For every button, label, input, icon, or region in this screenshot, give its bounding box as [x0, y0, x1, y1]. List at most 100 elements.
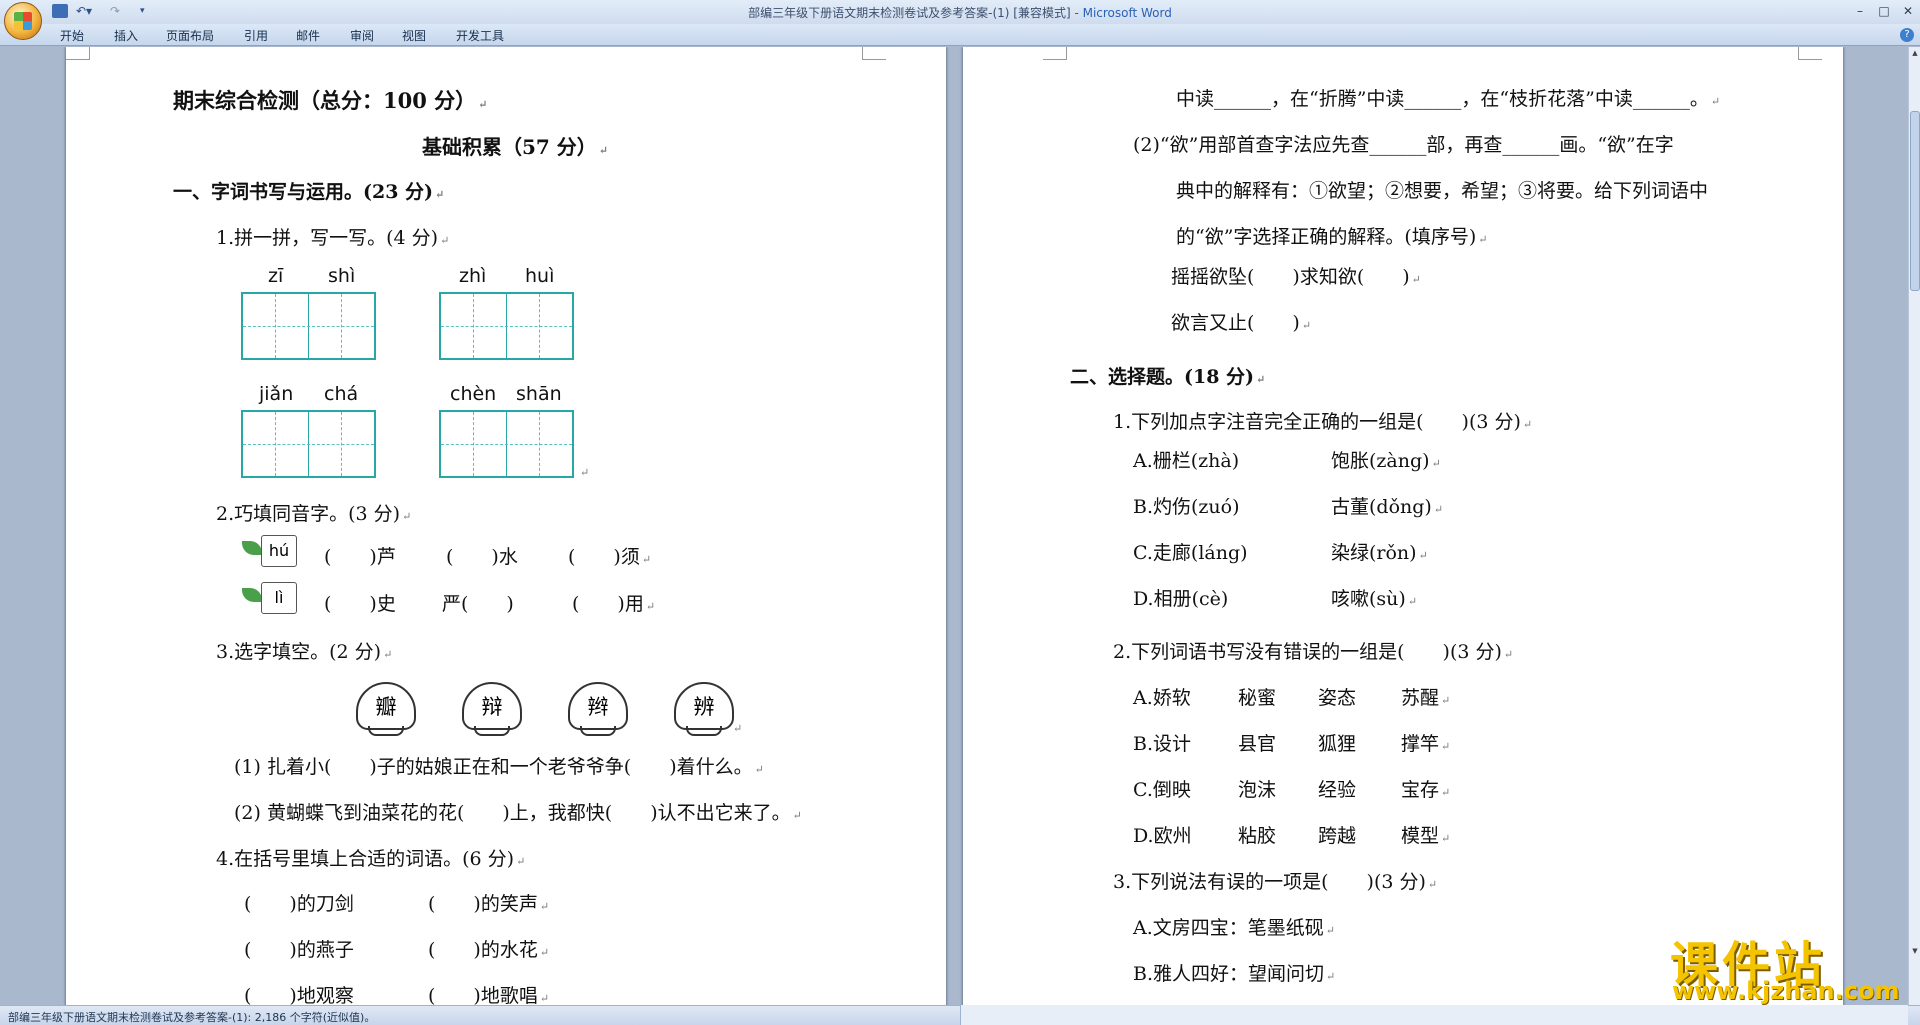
fill-item: ( )地观察	[244, 985, 354, 1005]
question-2-part2: (2)“欲”用部首查字法应先查______部，再查______画。“欲”在字	[1133, 134, 1674, 156]
leaf-icon	[242, 588, 262, 602]
section-1-heading: 一、字词书写与运用。(23 分) ↵	[173, 181, 445, 203]
tab-developer[interactable]: 开发工具	[456, 27, 504, 44]
option: 撑竿 ↵	[1401, 733, 1451, 755]
tianzige-box[interactable]	[439, 410, 574, 478]
option: 县官	[1238, 733, 1277, 755]
option: C.倒映	[1133, 779, 1191, 801]
scroll-down-icon[interactable]: ▼	[1910, 947, 1920, 955]
scroll-thumb[interactable]	[1910, 111, 1920, 291]
option: 宝存 ↵	[1401, 779, 1451, 801]
pinyin-label: chá	[324, 383, 359, 405]
shell-char: 辩	[462, 682, 522, 736]
question-2: 2.巧填同音字。(3 分) ↵	[216, 503, 412, 525]
crop-mark	[66, 47, 90, 60]
watermark-logo: 课件站 www.kjzhan.com	[1666, 925, 1906, 1007]
pinyin-label: shān	[516, 383, 562, 405]
fill-item: ( )的水花 ↵	[428, 939, 550, 961]
yu-items: 摇摇欲坠( )求知欲( ) ↵	[1171, 266, 1421, 288]
option: A.娇软	[1133, 687, 1191, 709]
option: A.文房四宝：笔墨纸砚 ↵	[1133, 917, 1335, 939]
pinyin-label: zī	[268, 265, 284, 287]
tianzige-box[interactable]	[241, 410, 376, 478]
section-2-heading: 二、选择题。(18 分) ↵	[1070, 366, 1266, 388]
blank-item: ( )史	[324, 593, 396, 615]
ribbon-tabs: 开始 插入 页面布局 引用 邮件 审阅 视图 开发工具	[0, 24, 1920, 46]
option: D.欧州	[1133, 825, 1192, 847]
blank-item: ( )须 ↵	[568, 546, 652, 568]
close-button[interactable]: ✕	[1896, 2, 1920, 20]
option: 狐狸	[1318, 733, 1357, 755]
blank-item: ( )用 ↵	[572, 593, 656, 615]
blank-item: ( )水	[446, 546, 518, 568]
pinyin-tag-hu: hú	[261, 535, 297, 567]
vertical-scrollbar[interactable]: ▲ ▼	[1908, 47, 1920, 1005]
document-name: 部编三年级下册语文期末检测卷试及参考答案-(1) [兼容模式]	[748, 6, 1071, 20]
option: 古董(dǒng) ↵	[1331, 496, 1444, 518]
tab-insert[interactable]: 插入	[114, 27, 138, 44]
question-2-line3: 的“欲”字选择正确的解释。(填序号) ↵	[1176, 226, 1488, 248]
window-title: 部编三年级下册语文期末检测卷试及参考答案-(1) [兼容模式] - Micros…	[0, 4, 1920, 21]
option: C.走廊(láng)	[1133, 542, 1248, 564]
maximize-button[interactable]: □	[1872, 2, 1896, 20]
office-logo-icon	[14, 12, 32, 30]
question-3: 3.选字填空。(2 分) ↵	[216, 641, 393, 663]
fill-item: ( )的燕子	[244, 939, 354, 961]
fill-item: ( )地歌唱 ↵	[428, 985, 550, 1005]
fill-item: ( )的刀剑	[244, 893, 354, 915]
shell-char: 辨	[674, 682, 734, 736]
minimize-button[interactable]: –	[1848, 2, 1872, 20]
leaf-icon	[242, 541, 262, 555]
pinyin-label: shì	[328, 265, 356, 287]
option: 泡沫	[1238, 779, 1277, 801]
section-subtitle: 基础积累（57 分） ↵	[422, 135, 609, 159]
crop-mark	[862, 47, 886, 60]
option: 经验	[1318, 779, 1357, 801]
option: B.雅人四好：望闻问切 ↵	[1133, 963, 1336, 985]
option: A.栅栏(zhà)	[1133, 450, 1240, 472]
page-right: 中读______，在“折腾”中读______，在“枝折花落”中读______。 ↵…	[963, 47, 1843, 1005]
tab-review[interactable]: 审阅	[350, 27, 374, 44]
horizontal-scrollbar[interactable]	[960, 1005, 1908, 1025]
crop-mark	[1043, 47, 1067, 60]
option: 姿态	[1318, 687, 1357, 709]
title-bar: ↶▾ ↷ ▾ 部编三年级下册语文期末检测卷试及参考答案-(1) [兼容模式] -…	[0, 0, 1920, 40]
option: 秘蜜	[1238, 687, 1277, 709]
document-area: 期末综合检测（总分：100 分） ↵ 基础积累（57 分） ↵ 一、字词书写与运用。…	[0, 47, 1908, 1005]
fill-item: ( )的笑声 ↵	[428, 893, 550, 915]
blank-item: 严( )	[442, 593, 514, 615]
choice-question-2: 2.下列词语书写没有错误的一组是( )(3 分) ↵	[1113, 641, 1514, 663]
question-2-line2: 典中的解释有：①欲望；②想要，希望；③将要。给下列词语中	[1176, 180, 1709, 202]
option: 模型 ↵	[1401, 825, 1451, 847]
exam-title: 期末综合检测（总分：100 分） ↵	[173, 88, 488, 113]
option: 染绿(rǒn) ↵	[1331, 542, 1428, 564]
scroll-up-icon[interactable]: ▲	[1910, 49, 1920, 57]
shell-char: 辫	[568, 682, 628, 736]
help-icon[interactable]: ?	[1900, 28, 1914, 42]
option: B.灼伤(zuó)	[1133, 496, 1240, 518]
question-3-2: (2) 黄蝴蝶飞到油菜花的花( )上，我都快( )认不出它来了。 ↵	[234, 802, 802, 824]
office-button[interactable]	[4, 2, 42, 40]
option: 跨越	[1318, 825, 1357, 847]
tianzige-box[interactable]	[439, 292, 574, 360]
tab-home[interactable]: 开始	[60, 27, 84, 44]
question-3-1: (1) 扎着小( )子的姑娘正在和一个老爷爷争( )着什么。 ↵	[234, 756, 764, 778]
tab-page-layout[interactable]: 页面布局	[166, 27, 214, 44]
pinyin-label: zhì	[459, 265, 487, 287]
tianzige-box[interactable]	[241, 292, 376, 360]
status-text: 部编三年级下册语文期末检测卷试及参考答案-(1): 2,186 个字符(近似值)…	[8, 1011, 376, 1024]
shell-char: 瓣	[356, 682, 416, 736]
tab-view[interactable]: 视图	[402, 27, 426, 44]
option: 咳嗽(sù) ↵	[1331, 588, 1418, 610]
continued-line: 中读______，在“折腾”中读______，在“枝折花落”中读______。 ↵	[1176, 88, 1721, 110]
pinyin-label: huì	[525, 265, 555, 287]
tab-references[interactable]: 引用	[244, 27, 268, 44]
pinyin-label: chèn	[450, 383, 497, 405]
option: 粘胶	[1238, 825, 1277, 847]
app-name: - Microsoft Word	[1070, 6, 1172, 20]
choice-question-1: 1.下列加点字注音完全正确的一组是( )(3 分) ↵	[1113, 411, 1533, 433]
tab-mailings[interactable]: 邮件	[296, 27, 320, 44]
option: 饱胀(zàng) ↵	[1331, 450, 1441, 472]
question-1: 1.拼一拼，写一写。(4 分) ↵	[216, 227, 450, 249]
option: 苏醒 ↵	[1401, 687, 1451, 709]
